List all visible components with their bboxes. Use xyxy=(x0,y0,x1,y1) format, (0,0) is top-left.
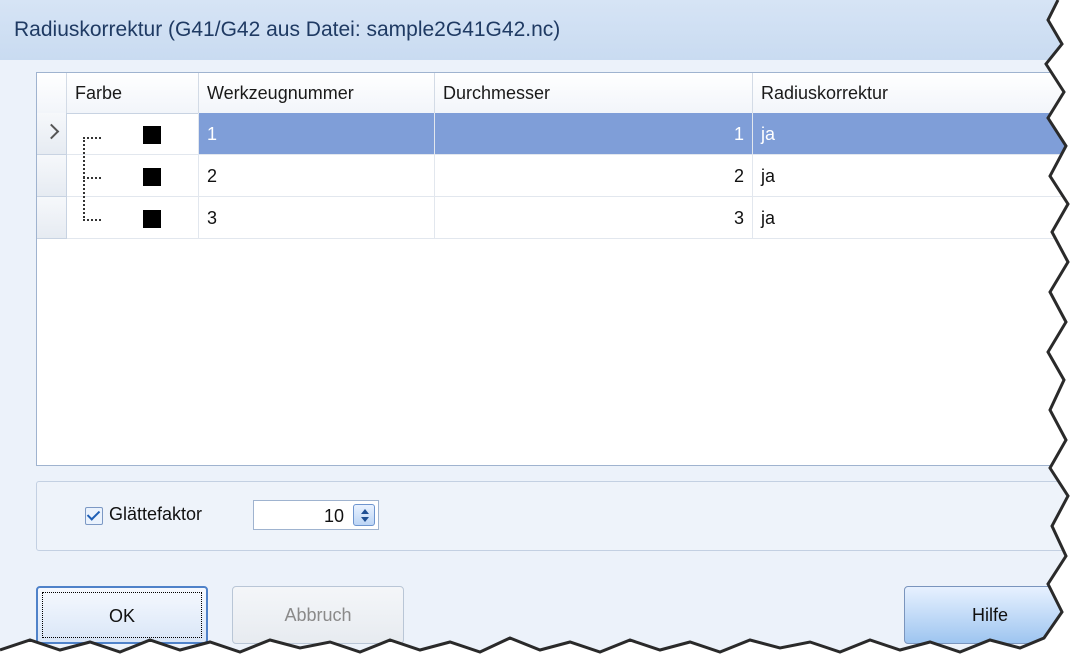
smoothing-factor-spinner[interactable]: 10 xyxy=(253,500,379,530)
tool-number-cell[interactable]: 2 xyxy=(199,155,435,197)
smoothing-factor-value: 10 xyxy=(323,506,344,526)
column-header-werkzeugnummer[interactable]: Werkzeugnummer xyxy=(199,73,435,113)
diameter-cell[interactable]: 1 xyxy=(435,113,753,155)
cancel-button[interactable]: Abbruch xyxy=(232,586,404,644)
spin-down-icon[interactable] xyxy=(361,517,369,522)
row-header[interactable] xyxy=(37,113,67,155)
column-header-radiuskorrektur[interactable]: Radiuskorrektur xyxy=(753,73,1088,113)
color-cell[interactable] xyxy=(67,155,199,197)
color-cell[interactable] xyxy=(67,113,199,155)
grid-header: Farbe Werkzeugnummer Durchmesser Radiusk… xyxy=(37,73,1088,114)
window-title: Radiuskorrektur (G41/G42 aus Datei: samp… xyxy=(14,18,561,41)
title-bar[interactable]: Radiuskorrektur (G41/G42 aus Datei: samp… xyxy=(0,0,1088,61)
table-row[interactable]: 2 2 ja xyxy=(37,155,1088,197)
smoothing-label[interactable]: Glättefaktor xyxy=(109,504,202,525)
options-panel: Glättefaktor 10 xyxy=(36,481,1088,551)
tool-grid[interactable]: Farbe Werkzeugnummer Durchmesser Radiusk… xyxy=(36,72,1088,466)
checkmark-icon xyxy=(86,507,101,521)
color-swatch xyxy=(143,126,161,144)
column-header-farbe[interactable]: Farbe xyxy=(67,73,199,113)
radius-correction-cell[interactable]: ja xyxy=(753,197,1088,239)
table-row[interactable]: 1 1 ja xyxy=(37,113,1088,155)
row-header[interactable] xyxy=(37,197,67,239)
help-button[interactable]: Hilfe xyxy=(904,586,1076,644)
focus-rectangle xyxy=(42,592,202,638)
tool-number-cell[interactable]: 3 xyxy=(199,197,435,239)
table-row[interactable]: 3 3 ja xyxy=(37,197,1088,239)
color-cell[interactable] xyxy=(67,197,199,239)
smoothing-checkbox[interactable] xyxy=(85,507,103,525)
spinner-button[interactable] xyxy=(353,504,375,526)
diameter-cell[interactable]: 3 xyxy=(435,197,753,239)
dialog-window: Radiuskorrektur (G41/G42 aus Datei: samp… xyxy=(0,0,1088,659)
radius-correction-cell[interactable]: ja xyxy=(753,155,1088,197)
diameter-cell[interactable]: 2 xyxy=(435,155,753,197)
color-swatch xyxy=(143,168,161,186)
tree-connector-line xyxy=(83,177,101,179)
tree-connector-line xyxy=(83,137,85,221)
tree-connector-line xyxy=(83,137,101,139)
ok-button[interactable]: OK xyxy=(36,586,208,644)
help-button-label: Hilfe xyxy=(971,605,1008,625)
radius-correction-cell[interactable]: ja xyxy=(753,113,1088,155)
cancel-button-label: Abbruch xyxy=(284,605,352,625)
tool-number-cell[interactable]: 1 xyxy=(199,113,435,155)
color-swatch xyxy=(143,210,161,228)
tree-connector-line xyxy=(83,219,101,221)
current-row-arrow-icon xyxy=(43,123,60,140)
corner-header xyxy=(37,73,67,113)
spin-up-icon[interactable] xyxy=(361,509,369,514)
row-header[interactable] xyxy=(37,155,67,197)
column-header-durchmesser[interactable]: Durchmesser xyxy=(435,73,753,113)
